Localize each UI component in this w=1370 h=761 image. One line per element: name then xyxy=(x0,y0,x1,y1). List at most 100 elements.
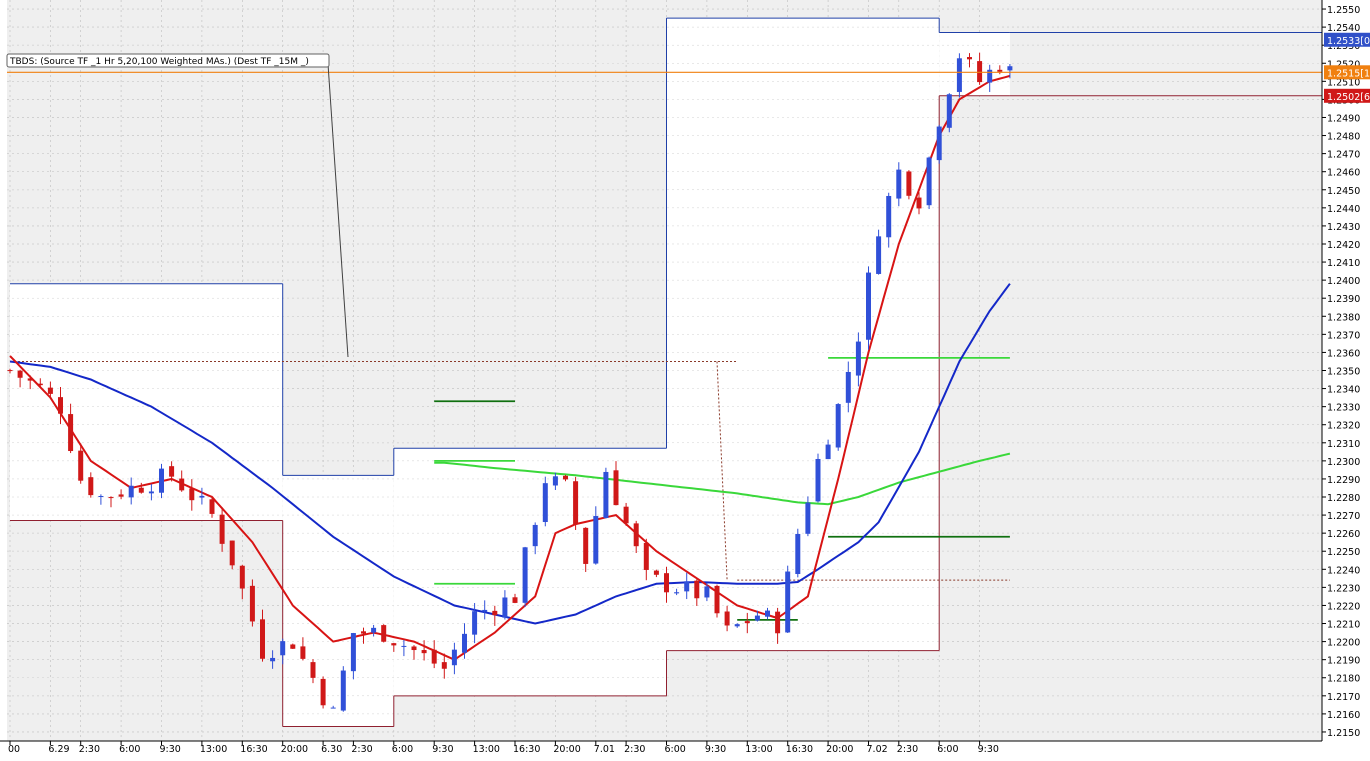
candle-body xyxy=(189,488,195,501)
candle-body xyxy=(664,573,669,593)
time-tick-label: 16:30 xyxy=(240,744,267,755)
candle-body xyxy=(724,611,730,626)
candle-body xyxy=(926,157,932,206)
time-tick-label: 13:00 xyxy=(745,744,772,755)
candle-body xyxy=(148,491,154,494)
candle-body xyxy=(37,383,43,386)
time-tick-label: 6:00 xyxy=(392,744,413,755)
candle-body xyxy=(876,236,882,274)
candle-body xyxy=(643,542,649,570)
price-tick-label: 1.2340 xyxy=(1327,385,1360,396)
price-tick-label: 1.2280 xyxy=(1327,493,1360,504)
price-tick-label: 1.2430 xyxy=(1327,222,1360,233)
candle-body xyxy=(845,371,851,403)
candle-body xyxy=(835,404,841,448)
candle-body xyxy=(1007,66,1013,71)
time-tick-label: 2:30 xyxy=(79,744,100,755)
candle-body xyxy=(714,585,720,614)
price-tag-label: 1.2502[6 xyxy=(1327,92,1370,103)
candle-body xyxy=(411,646,417,651)
candle-body xyxy=(502,597,508,618)
candle-body xyxy=(290,644,296,649)
candlestick-chart: 1.2150 1.2160 1.2170 1.2180 1.2190 1.2200 1.22… xyxy=(0,0,1370,757)
candle-body xyxy=(542,483,548,523)
candle-body xyxy=(815,458,821,502)
time-tick-label: 00 xyxy=(8,744,20,755)
candle-body xyxy=(128,485,134,498)
price-tick-label: 1.2260 xyxy=(1327,529,1360,540)
price-tick-label: 1.2310 xyxy=(1327,439,1360,450)
price-tick-label: 1.2210 xyxy=(1327,620,1360,631)
candle-body xyxy=(310,662,316,678)
time-tick-label: 6.30 xyxy=(321,744,342,755)
candle-body xyxy=(785,571,791,633)
candle-body xyxy=(98,495,104,497)
time-tick-label: 7.02 xyxy=(867,744,888,755)
candle-body xyxy=(674,592,680,594)
candle-body xyxy=(886,195,892,238)
candle-body xyxy=(441,662,447,669)
price-tick-label: 1.2370 xyxy=(1327,330,1360,341)
time-tick-label: 16:30 xyxy=(786,744,813,755)
chart-canvas[interactable]: 1.2150 1.2160 1.2170 1.2180 1.2190 1.2200 1.22… xyxy=(0,0,1370,757)
candle-body xyxy=(866,272,871,340)
candle-body xyxy=(684,581,690,592)
candle-body xyxy=(795,533,801,575)
price-tick-label: 1.2440 xyxy=(1327,204,1360,215)
price-tick-label: 1.2160 xyxy=(1327,710,1360,721)
price-tick-label: 1.2330 xyxy=(1327,403,1360,414)
candle-body xyxy=(421,650,427,654)
candle-body xyxy=(78,450,84,481)
candle-body xyxy=(775,611,781,634)
candle-body xyxy=(68,414,74,452)
candle-body xyxy=(361,631,366,634)
time-tick-label: 2:30 xyxy=(897,744,918,755)
candle-body xyxy=(138,487,144,493)
candle-body xyxy=(472,611,478,635)
candle-body xyxy=(118,494,124,497)
candle-body xyxy=(522,547,528,603)
price-axis[interactable]: 1.2150 1.2160 1.2170 1.2180 1.2190 1.2200 1.22… xyxy=(1321,0,1370,757)
time-tick-label: 2:30 xyxy=(351,744,372,755)
candle-body xyxy=(320,678,326,706)
candle-body xyxy=(280,641,286,656)
candle-body xyxy=(916,197,922,209)
candle-body xyxy=(270,657,276,662)
candle-body xyxy=(704,586,710,598)
time-tick-label: 20:00 xyxy=(281,744,308,755)
price-tick-label: 1.2540 xyxy=(1327,23,1360,34)
candle-body xyxy=(219,514,225,544)
price-tick-label: 1.2180 xyxy=(1327,674,1360,685)
candle-body xyxy=(482,609,488,612)
candle-body xyxy=(260,619,265,659)
time-tick-label: 20:00 xyxy=(553,744,580,755)
candle-body xyxy=(855,341,861,376)
candle-body xyxy=(209,499,215,514)
candle-body xyxy=(431,649,437,664)
time-tick-label: 13:00 xyxy=(473,744,500,755)
price-tick-label: 1.2320 xyxy=(1327,421,1360,432)
candle-body xyxy=(936,126,942,161)
price-tick-label: 1.2220 xyxy=(1327,601,1360,612)
candle-body xyxy=(229,540,235,566)
price-tick-label: 1.2360 xyxy=(1327,348,1360,359)
candle-body xyxy=(512,597,518,603)
candle-body xyxy=(633,523,639,547)
time-axis[interactable]: 00 6.29 2:30 6:00 9:30 13:00 16:30 20:00 6.30 2:3… xyxy=(0,740,1370,757)
price-tick-label: 1.2490 xyxy=(1327,113,1360,124)
time-tick-label: 7.01 xyxy=(594,744,615,755)
time-tick-label: 6.29 xyxy=(48,744,69,755)
time-tick-label: 6:00 xyxy=(119,744,140,755)
candle-body xyxy=(350,633,356,672)
candle-body xyxy=(340,670,346,711)
time-tick-label: 9:30 xyxy=(160,744,181,755)
candle-body xyxy=(108,497,114,499)
candle-body xyxy=(199,495,205,498)
candle-body xyxy=(381,625,387,642)
candle-body xyxy=(997,69,1003,72)
time-tick-label: 2:30 xyxy=(624,744,645,755)
price-tick-label: 1.2550 xyxy=(1327,5,1360,16)
price-tick-label: 1.2270 xyxy=(1327,511,1360,522)
price-tag-label: 1.2515[1 xyxy=(1327,68,1370,79)
candle-body xyxy=(765,610,770,617)
